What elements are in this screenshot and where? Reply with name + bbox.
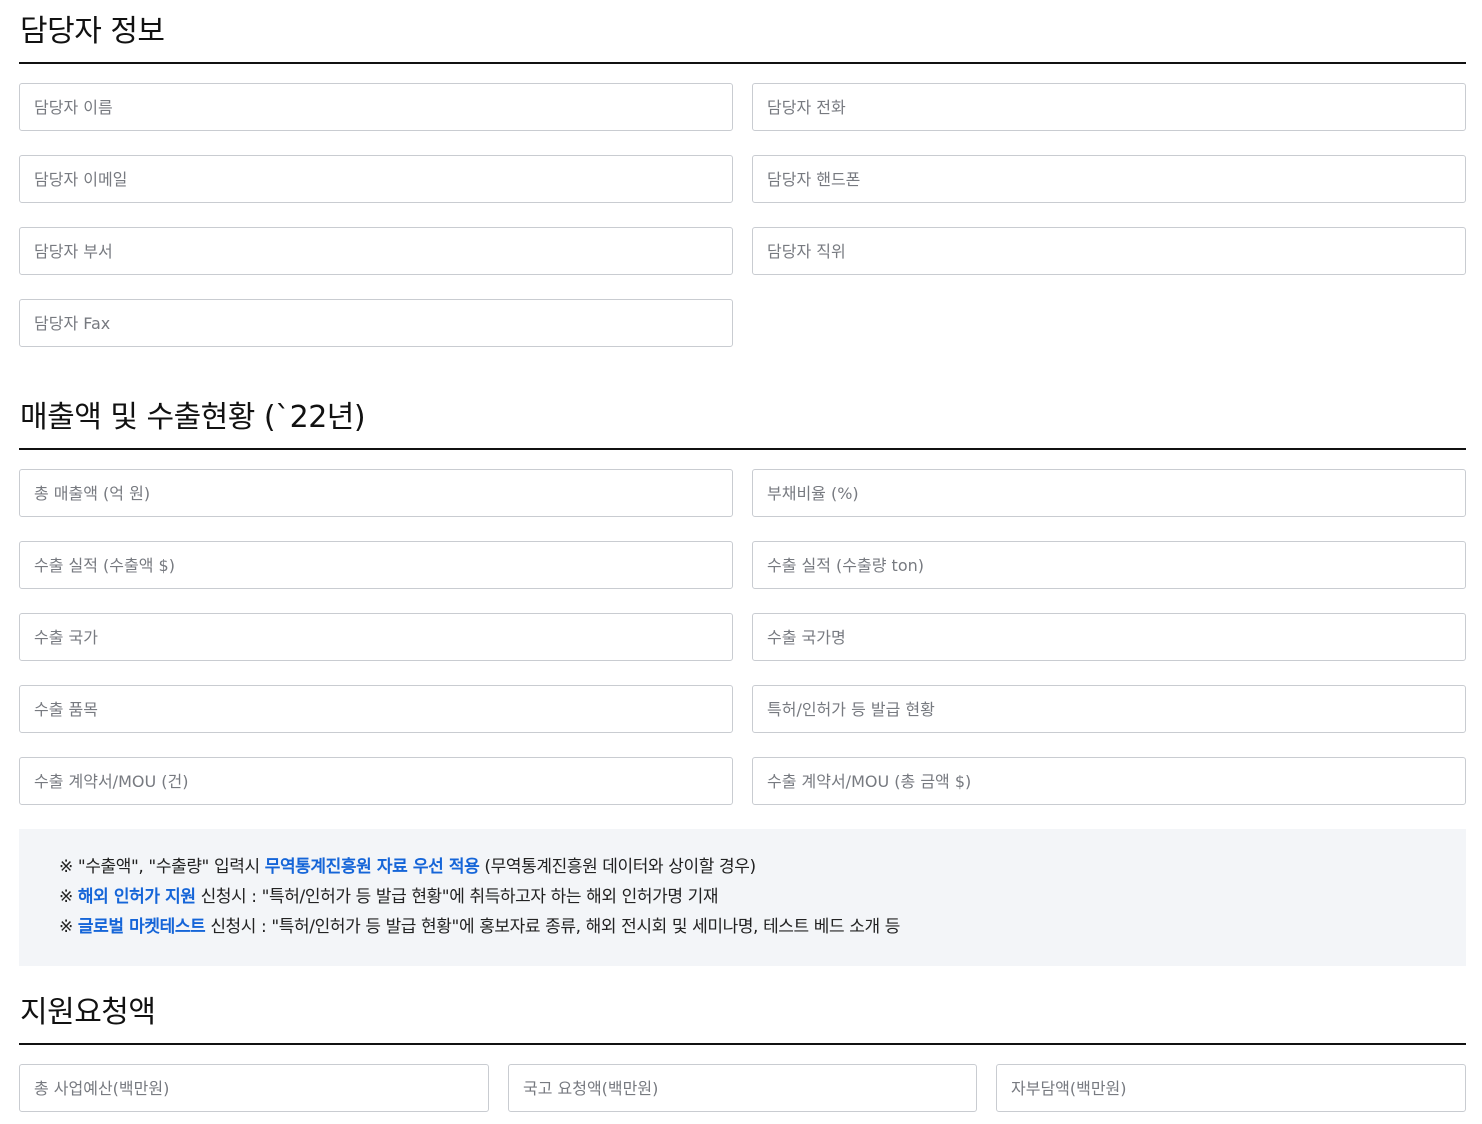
notice-line-overseas-license: ※ 해외 인허가 지원 신청시 : "특허/인허가 등 발급 현황"에 취득하고… <box>59 882 1426 912</box>
notice-line-2-prefix: ※ <box>59 887 78 907</box>
contact-name-field[interactable] <box>19 83 733 131</box>
contract-count-field[interactable] <box>19 757 733 805</box>
export-amount-input[interactable] <box>20 542 732 588</box>
gov-request-field[interactable] <box>508 1064 977 1112</box>
contact-phone-input[interactable] <box>753 84 1465 130</box>
support-section-title: 지원요청액 <box>20 995 156 1030</box>
export-country-field[interactable] <box>19 613 733 661</box>
contact-section-title: 담당자 정보 <box>20 14 165 49</box>
total-sales-input[interactable] <box>20 470 732 516</box>
total-sales-field[interactable] <box>19 469 733 517</box>
contract-count-input[interactable] <box>20 758 732 804</box>
debt-ratio-field[interactable] <box>752 469 1466 517</box>
notice-line-1-prefix: ※ "수출액", "수출량" 입력시 <box>59 857 265 877</box>
notice-line-1-suffix: (무역통계진흥원 데이터와 상이할 경우) <box>479 857 756 877</box>
contact-mobile-field[interactable] <box>752 155 1466 203</box>
notice-line-3-suffix: 신청시 : "특허/인허가 등 발급 현황"에 홍보자료 종류, 해외 전시회 … <box>205 917 900 937</box>
contract-amount-input[interactable] <box>753 758 1465 804</box>
contact-email-input[interactable] <box>20 156 732 202</box>
debt-ratio-input[interactable] <box>753 470 1465 516</box>
sales-section-divider <box>19 448 1466 450</box>
total-budget-field[interactable] <box>19 1064 489 1112</box>
total-budget-input[interactable] <box>20 1065 488 1111</box>
contact-email-field[interactable] <box>19 155 733 203</box>
contact-mobile-input[interactable] <box>753 156 1465 202</box>
export-country-input[interactable] <box>20 614 732 660</box>
notice-line-2-suffix: 신청시 : "특허/인허가 등 발급 현황"에 취득하고자 하는 해외 인허가명… <box>195 887 719 907</box>
notice-box: ※ "수출액", "수출량" 입력시 무역통계진흥원 자료 우선 적용 (무역통… <box>19 829 1466 966</box>
self-pay-input[interactable] <box>997 1065 1465 1111</box>
export-country-name-input[interactable] <box>753 614 1465 660</box>
export-item-field[interactable] <box>19 685 733 733</box>
export-volume-field[interactable] <box>752 541 1466 589</box>
support-section-divider <box>19 1043 1466 1045</box>
contact-department-input[interactable] <box>20 228 732 274</box>
sales-section-title: 매출액 및 수출현황 (`22년) <box>20 400 366 435</box>
self-pay-field[interactable] <box>996 1064 1466 1112</box>
contact-name-input[interactable] <box>20 84 732 130</box>
contract-amount-field[interactable] <box>752 757 1466 805</box>
gov-request-input[interactable] <box>509 1065 976 1111</box>
export-volume-input[interactable] <box>753 542 1465 588</box>
contact-position-field[interactable] <box>752 227 1466 275</box>
notice-line-trade-stats: ※ "수출액", "수출량" 입력시 무역통계진흥원 자료 우선 적용 (무역통… <box>59 852 1426 882</box>
contact-fax-field[interactable] <box>19 299 733 347</box>
notice-line-3-highlight: 글로벌 마켓테스트 <box>77 917 206 937</box>
patent-status-field[interactable] <box>752 685 1466 733</box>
notice-line-global-market-test: ※ 글로벌 마켓테스트 신청시 : "특허/인허가 등 발급 현황"에 홍보자료… <box>59 912 1426 942</box>
contact-department-field[interactable] <box>19 227 733 275</box>
notice-line-2-highlight: 해외 인허가 지원 <box>77 887 196 907</box>
contact-position-input[interactable] <box>753 228 1465 274</box>
contact-section-divider <box>19 62 1466 64</box>
patent-status-input[interactable] <box>753 686 1465 732</box>
contact-fax-input[interactable] <box>20 300 732 346</box>
export-country-name-field[interactable] <box>752 613 1466 661</box>
contact-phone-field[interactable] <box>752 83 1466 131</box>
notice-line-1-highlight: 무역통계진흥원 자료 우선 적용 <box>264 857 480 877</box>
export-amount-field[interactable] <box>19 541 733 589</box>
notice-line-3-prefix: ※ <box>59 917 78 937</box>
export-item-input[interactable] <box>20 686 732 732</box>
